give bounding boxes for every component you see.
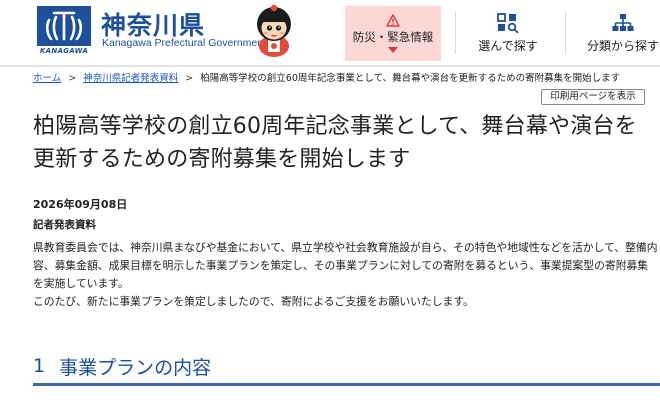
nav-search-by-category-label: 分類から探す — [586, 39, 659, 53]
site-header: KANAGAWA 神奈川県 Kanagawa Prefectural Gover… — [0, 0, 660, 65]
breadcrumb-separator: > — [185, 73, 194, 84]
nav-search-by-choice-label: 選んで探す — [478, 39, 538, 53]
section-title: 事業プランの内容 — [59, 356, 212, 379]
document-type: 記者発表資料 — [33, 219, 96, 231]
nav-disaster-info[interactable]: 防災・緊急情報 — [345, 6, 441, 61]
mascot-kanagawa-character — [257, 4, 291, 57]
emblem-icon — [45, 11, 83, 41]
section-number: 1 — [33, 355, 46, 377]
article-body: 県教育委員会では、神奈川県まなびや基金において、県立学校や社会教育施設が自ら、そ… — [33, 239, 658, 311]
grid-search-icon — [497, 13, 519, 33]
breadcrumb: ホーム > 神奈川県記者発表資料 > 柏陽高等学校の創立60周年記念事業として、… — [33, 70, 658, 84]
nav-search-by-category[interactable]: 分類から探す — [578, 6, 660, 61]
breadcrumb-press-link[interactable]: 神奈川県記者発表資料 — [83, 73, 178, 84]
warning-triangle-icon — [386, 14, 400, 27]
section-heading: 1 事業プランの内容 — [33, 349, 660, 383]
breadcrumb-home-link[interactable]: ホーム — [33, 73, 61, 84]
page-title: 柏陽高等学校の創立60周年記念事業として、舞台幕や演台を更新するための寄附募集を… — [33, 114, 637, 172]
breadcrumb-current: 柏陽高等学校の創立60周年記念事業として、舞台幕や演台を更新するための寄附募集を… — [200, 73, 621, 84]
emblem-square — [37, 6, 91, 46]
nav-divider — [565, 12, 566, 54]
chevron-down-icon — [388, 47, 398, 53]
body-paragraph: このたび、新たに事業プランを策定しましたので、寄附によるご支援をお願いいたします… — [33, 295, 474, 308]
prefecture-emblem-logo[interactable]: KANAGAWA — [33, 6, 95, 58]
nav-divider — [455, 12, 456, 54]
print-page-button[interactable]: 印刷用ページを表示 — [541, 89, 645, 105]
section-underline — [33, 383, 660, 386]
hierarchy-icon — [612, 14, 634, 31]
nav-search-by-choice[interactable]: 選んで探す — [466, 6, 550, 61]
site-subtitle: Kanagawa Prefectural Government — [102, 37, 267, 49]
body-paragraph: 県教育委員会では、神奈川県まなびや基金において、県立学校や社会教育施設が自ら、そ… — [33, 241, 658, 290]
emblem-caption: KANAGAWA — [39, 47, 89, 55]
nav-disaster-label: 防災・緊急情報 — [352, 30, 434, 44]
publish-date: 2026年09月08日 — [33, 198, 128, 211]
header-divider — [0, 65, 660, 67]
breadcrumb-separator: > — [68, 73, 77, 84]
